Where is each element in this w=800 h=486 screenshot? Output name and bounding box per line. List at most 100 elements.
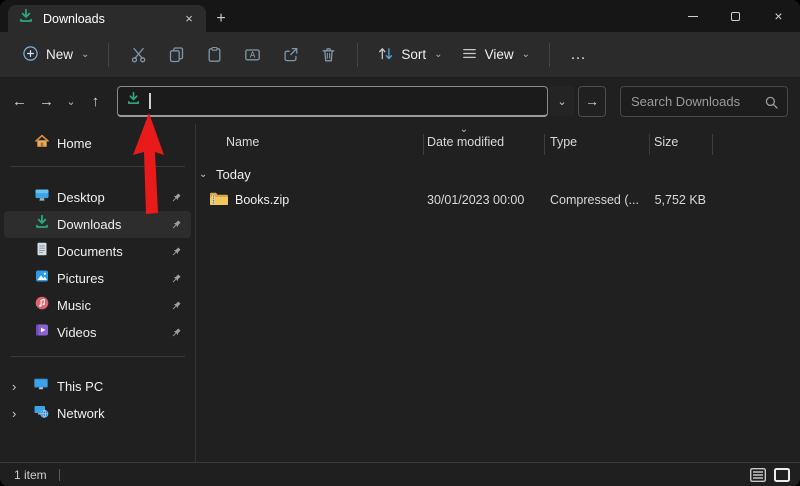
share-icon [284, 47, 298, 62]
recent-locations-button[interactable]: ⌄ [60, 86, 82, 116]
file-name: Books.zip [235, 193, 290, 207]
tab-label: Downloads [43, 11, 105, 26]
paste-button[interactable] [195, 38, 233, 72]
close-icon: × [774, 8, 783, 24]
item-count: 1 item [14, 467, 47, 482]
maximize-icon [731, 11, 740, 21]
rename-button[interactable]: A [233, 38, 271, 72]
window-controls: × [671, 0, 800, 32]
sidebar-item-music[interactable]: Music [4, 292, 191, 319]
sidebar-item-documents[interactable]: Documents [4, 238, 191, 265]
sidebar-item-desktop[interactable]: Desktop [4, 184, 191, 211]
chevron-down-icon[interactable]: ⌄ [199, 169, 213, 180]
share-button[interactable] [271, 38, 309, 72]
details-view-button[interactable] [748, 466, 768, 484]
paste-icon [208, 46, 221, 62]
view-button[interactable]: View ⌄ [452, 39, 539, 71]
copy-button[interactable] [157, 38, 195, 72]
titlebar: Downloads × + × [0, 0, 800, 32]
search-icon [764, 95, 779, 115]
sort-icon [377, 45, 394, 65]
chevron-down-icon: ⌄ [434, 49, 443, 60]
sidebar-item-network[interactable]: › Network [4, 400, 191, 427]
forward-button[interactable]: → [33, 86, 60, 116]
minimize-icon [687, 15, 698, 17]
sidebar: Home Desktop Downloads Documents Picture… [0, 124, 196, 462]
sort-direction-icon: ⌄ [459, 124, 469, 135]
column-separator[interactable] [649, 134, 650, 155]
view-toggle-group [748, 466, 792, 484]
view-icon [461, 45, 478, 65]
pin-icon [170, 272, 182, 290]
chevron-down-icon: ⌄ [81, 49, 90, 60]
pin-icon [170, 299, 182, 317]
back-button[interactable]: ← [6, 86, 33, 116]
close-button[interactable]: × [757, 0, 800, 32]
address-dropdown-button[interactable]: ⌄ [550, 86, 574, 116]
sidebar-item-label: Desktop [57, 190, 105, 205]
chevron-down-icon: ⌄ [521, 49, 530, 60]
new-tab-button[interactable]: + [206, 5, 236, 32]
sidebar-item-downloads[interactable]: Downloads [4, 211, 191, 238]
sidebar-separator [10, 166, 185, 167]
pin-icon [170, 218, 182, 236]
status-divider [58, 468, 60, 481]
plus-circle-icon [22, 45, 39, 65]
sidebar-item-label: Network [57, 406, 105, 421]
zip-folder-icon [209, 191, 229, 209]
desktop-icon [34, 187, 50, 208]
file-row-books-zip[interactable]: Books.zip 30/01/2023 00:00 Compressed (.… [196, 186, 796, 214]
home-icon [34, 133, 50, 154]
cut-button[interactable] [119, 38, 157, 72]
network-icon [33, 403, 49, 424]
more-options-button[interactable]: … [560, 42, 597, 68]
go-button[interactable]: → [578, 85, 606, 117]
pin-icon [170, 245, 182, 263]
file-name-cell: Books.zip [209, 186, 289, 214]
sidebar-item-label: Videos [57, 325, 97, 340]
sidebar-item-home[interactable]: Home [4, 130, 191, 157]
file-size-cell: 5,752 KB [654, 193, 706, 207]
text-cursor [149, 92, 151, 109]
pictures-icon [34, 268, 50, 289]
navigation-bar: ← → ⌄ ↑ ⌄ → [0, 78, 800, 124]
sidebar-separator [10, 356, 185, 357]
up-button[interactable]: ↑ [82, 86, 109, 116]
chevron-right-icon[interactable]: › [12, 379, 26, 394]
new-button[interactable]: New ⌄ [13, 39, 98, 71]
toolbar-divider [357, 42, 359, 67]
sidebar-item-label: This PC [57, 379, 104, 394]
toolbar-divider [108, 42, 110, 67]
sort-button[interactable]: Sort ⌄ [368, 39, 451, 71]
sidebar-item-this-pc[interactable]: › This PC [4, 373, 191, 400]
delete-button[interactable] [309, 38, 347, 72]
sidebar-item-pictures[interactable]: Pictures [4, 265, 191, 292]
column-separator[interactable] [423, 134, 424, 155]
column-separator[interactable] [544, 134, 545, 155]
status-bar: 1 item [0, 462, 800, 486]
chevron-right-icon[interactable]: › [12, 406, 26, 421]
this-pc-icon [33, 376, 49, 397]
downloads-icon [126, 91, 141, 111]
sidebar-item-label: Music [57, 298, 91, 313]
column-header-name[interactable]: Name [226, 128, 259, 156]
tab-downloads[interactable]: Downloads × [8, 5, 206, 32]
view-button-label: View [484, 47, 514, 62]
sidebar-item-label: Home [57, 136, 92, 151]
column-header-size[interactable]: Size [654, 128, 678, 156]
videos-icon [34, 322, 50, 343]
file-explorer-window: Downloads × + × New ⌄ A Sort ⌄ View ⌄ … … [0, 0, 800, 486]
column-header-type[interactable]: Type [550, 128, 577, 156]
address-bar[interactable] [117, 85, 548, 117]
tab-close-icon[interactable]: × [180, 10, 198, 28]
column-separator[interactable] [712, 134, 713, 155]
rename-icon: A [245, 49, 260, 61]
group-header-today[interactable]: ⌄ Today [196, 162, 251, 186]
minimize-button[interactable] [671, 0, 714, 32]
maximize-button[interactable] [714, 0, 757, 32]
large-icons-view-button[interactable] [772, 466, 792, 484]
details-view-icon [750, 467, 766, 482]
cut-icon [131, 47, 146, 63]
sidebar-item-videos[interactable]: Videos [4, 319, 191, 346]
downloads-icon [34, 214, 50, 235]
